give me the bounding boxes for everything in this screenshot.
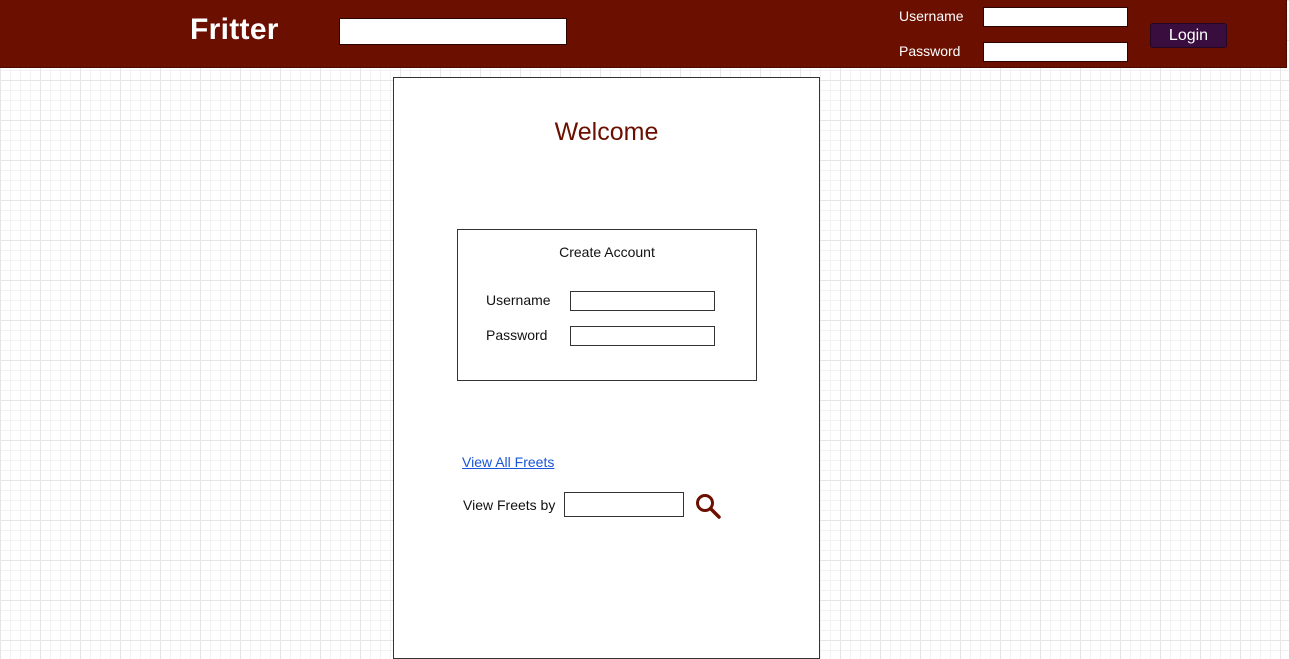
welcome-heading: Welcome — [554, 118, 659, 146]
header-username-field[interactable] — [983, 7, 1128, 27]
top-search-input[interactable] — [339, 18, 567, 45]
header-username-label: Username — [899, 8, 964, 24]
main-panel: Welcome Create Account Username Password… — [393, 77, 820, 659]
view-freets-by-label: View Freets by — [463, 497, 556, 513]
header-password-field[interactable] — [983, 42, 1128, 62]
header-password-label: Password — [899, 43, 961, 59]
view-freets-by-input[interactable] — [564, 492, 684, 517]
create-username-field[interactable] — [570, 291, 715, 311]
create-password-field[interactable] — [570, 326, 715, 346]
app-logo: Fritter — [190, 13, 279, 46]
create-password-label: Password — [486, 327, 548, 343]
create-account-form: Create Account Username Password — [457, 229, 757, 381]
view-all-freets-link[interactable]: View All Freets — [462, 454, 554, 470]
login-button[interactable]: Login — [1150, 23, 1227, 48]
create-account-title: Create Account — [559, 244, 655, 260]
create-username-label: Username — [486, 292, 551, 308]
top-header: Fritter Username Password Login — [0, 0, 1287, 68]
search-icon[interactable] — [694, 492, 724, 522]
